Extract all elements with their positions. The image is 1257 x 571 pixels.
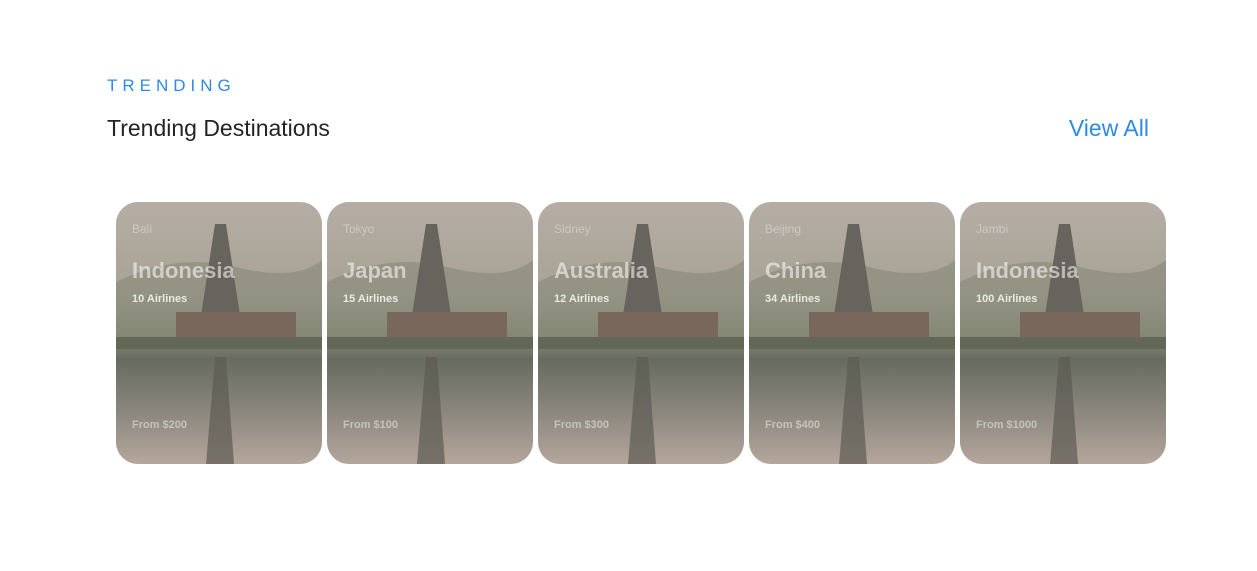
card-price: From $200 xyxy=(132,419,188,431)
card-price: From $400 xyxy=(765,419,821,431)
card-airlines: 34 Airlines xyxy=(765,293,821,305)
card-city: Bali xyxy=(132,222,153,236)
card-airlines: 15 Airlines xyxy=(343,293,399,305)
card-city: Sidney xyxy=(554,222,591,236)
card-city: Jambi xyxy=(976,222,1009,236)
card-price: From $1000 xyxy=(976,419,1038,431)
destination-card[interactable]: Jambi Indonesia 100 Airlines From $1000 xyxy=(960,202,1166,464)
card-price: From $100 xyxy=(343,419,399,431)
card-airlines: 12 Airlines xyxy=(554,293,610,305)
destination-cards: Bali Indonesia 10 Airlines From $200 Tok… xyxy=(116,202,1166,464)
card-country: Australia xyxy=(554,258,649,283)
card-city: Tokyo xyxy=(343,222,375,236)
section-title: Trending Destinations xyxy=(107,115,330,141)
view-all-link[interactable]: View All xyxy=(1069,115,1149,142)
destination-card[interactable]: Tokyo Japan 15 Airlines From $100 xyxy=(327,202,533,464)
card-country: Indonesia xyxy=(132,258,235,283)
trending-section: TRENDING Trending Destinations View All xyxy=(0,0,1257,571)
section-eyebrow: TRENDING xyxy=(107,76,236,95)
destination-card[interactable]: Bali Indonesia 10 Airlines From $200 xyxy=(116,202,322,464)
card-country: China xyxy=(765,258,827,283)
card-price: From $300 xyxy=(554,419,610,431)
card-country: Indonesia xyxy=(976,258,1079,283)
destination-card[interactable]: Sidney Australia 12 Airlines From $300 xyxy=(538,202,744,464)
card-country: Japan xyxy=(343,258,407,283)
card-city: Beijing xyxy=(765,222,802,236)
destination-card[interactable]: Beijing China 34 Airlines From $400 xyxy=(749,202,955,464)
card-airlines: 100 Airlines xyxy=(976,293,1038,305)
card-airlines: 10 Airlines xyxy=(132,293,188,305)
